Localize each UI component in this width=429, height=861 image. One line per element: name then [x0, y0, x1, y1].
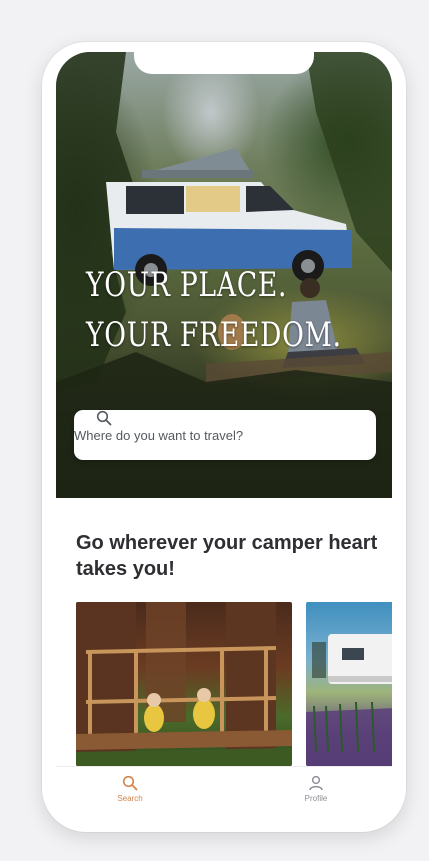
search-placeholder: Where do you want to travel?: [74, 427, 244, 443]
destination-card-caravan[interactable]: [306, 602, 392, 766]
treehouse-photo: [76, 602, 292, 766]
hero-image: Your place. Your freedom. Where do you w…: [56, 52, 392, 498]
search-icon: [96, 410, 112, 426]
tab-profile[interactable]: Profile: [286, 775, 346, 803]
profile-icon: [309, 775, 323, 791]
caravan-photo: [306, 634, 392, 766]
phone-frame: Your place. Your freedom. Where do you w…: [42, 42, 406, 832]
search-icon: [122, 775, 138, 791]
device-notch: [134, 52, 314, 74]
search-input[interactable]: Where do you want to travel?: [74, 410, 376, 460]
bottom-tab-bar: Search Profile: [56, 766, 392, 822]
tab-search-label: Search: [117, 794, 143, 803]
tab-search[interactable]: Search: [100, 775, 160, 803]
destination-card-treehouse[interactable]: [76, 602, 292, 766]
hero-title: Your place. Your freedom.: [86, 260, 342, 360]
hero-title-line-1: Your place.: [86, 265, 288, 305]
hero-title-line-2: Your freedom.: [86, 315, 342, 355]
tab-profile-label: Profile: [304, 794, 328, 803]
section-heading: Go wherever your camper heart takes you!: [76, 532, 378, 580]
app-screen: Your place. Your freedom. Where do you w…: [56, 52, 392, 822]
